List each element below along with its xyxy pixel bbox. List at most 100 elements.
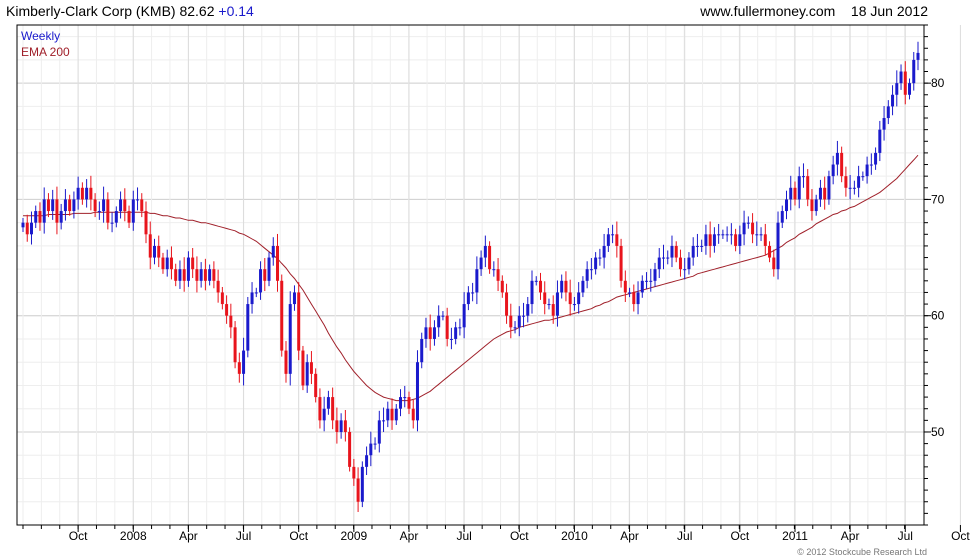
candle-body-down — [623, 280, 627, 293]
candle-body-down — [505, 292, 509, 316]
candle-body-up — [598, 257, 602, 259]
candle-body-up — [97, 211, 101, 213]
candle-body-down — [276, 245, 280, 281]
candle-body-down — [80, 187, 84, 200]
candle-body-down — [182, 269, 186, 281]
candle-body-down — [500, 280, 504, 293]
x-tick-label: Apr — [179, 529, 198, 543]
candle-body-down — [772, 257, 776, 270]
candle-body-up — [874, 152, 878, 165]
candle-body-down — [161, 257, 165, 270]
candle-body-up — [513, 327, 517, 329]
candle-body-up — [746, 222, 750, 224]
candle-body-up — [759, 234, 763, 236]
candle-body-up — [589, 269, 593, 271]
candle-body-up — [415, 362, 419, 421]
candle-body-up — [131, 199, 135, 223]
candle-body-down — [301, 350, 305, 386]
candle-body-up — [152, 245, 156, 258]
candle-body-down — [348, 431, 352, 467]
candle-body-up — [780, 211, 784, 223]
candle-body-up — [420, 338, 424, 363]
candle-body-up — [29, 222, 33, 235]
candle-body-up — [76, 187, 80, 200]
candle-body-up — [165, 257, 169, 270]
candle-body-up — [742, 222, 746, 235]
candle-body-up — [254, 292, 258, 294]
candle-body-up — [271, 245, 275, 258]
candle-body-up — [51, 199, 55, 212]
candle-body-up — [666, 257, 670, 259]
candle-body-down — [191, 257, 195, 270]
copyright-notice: © 2012 Stockcube Research Ltd — [797, 547, 927, 557]
candle-body-up — [267, 257, 271, 281]
x-tick-label: Oct — [731, 529, 750, 543]
candle-body-down — [615, 234, 619, 246]
candle-body-down — [106, 199, 110, 223]
candle-body-up — [776, 222, 780, 270]
candle-body-up — [208, 269, 212, 281]
candle-body-up — [288, 304, 292, 374]
candle-body-up — [360, 466, 364, 502]
candle-body-up — [755, 234, 759, 236]
candle-body-down — [678, 257, 682, 270]
candle-body-up — [661, 257, 665, 259]
candle-body-up — [394, 408, 398, 421]
candle-body-up — [382, 420, 386, 422]
candle-body-up — [831, 164, 835, 177]
candle-body-down — [174, 269, 178, 281]
candle-body-down — [220, 292, 224, 305]
candle-body-up — [606, 234, 610, 246]
candle-body-up — [683, 269, 687, 271]
candle-body-up — [861, 176, 865, 178]
x-tick-label: Jul — [898, 529, 913, 543]
candle-body-down — [280, 280, 284, 351]
candle-body-up — [102, 199, 106, 212]
candle-body-up — [916, 52, 920, 60]
x-tick-label: Oct — [510, 529, 529, 543]
candle-body-up — [119, 199, 123, 212]
candle-body-up — [63, 199, 67, 212]
candle-body-up — [432, 327, 436, 339]
candle-body-up — [326, 397, 330, 409]
candle-body-up — [908, 83, 912, 95]
candle-body-down — [619, 245, 623, 281]
candle-body-up — [700, 245, 704, 247]
candle-body-down — [823, 187, 827, 200]
candle-body-up — [628, 292, 632, 294]
candle-body-up — [729, 234, 733, 236]
candle-body-up — [687, 257, 691, 270]
candle-body-down — [428, 327, 432, 339]
candle-body-down — [229, 315, 233, 328]
candle-body-down — [543, 292, 547, 305]
candle-body-up — [373, 443, 377, 445]
candle-body-up — [886, 106, 890, 119]
candle-body-up — [246, 304, 250, 351]
candle-body-up — [577, 292, 581, 305]
candle-body-up — [526, 304, 530, 316]
candle-body-down — [157, 245, 161, 258]
candle-body-up — [365, 455, 369, 467]
candle-body-down — [840, 152, 844, 177]
plot-area — [17, 25, 924, 525]
candle-body-up — [869, 164, 873, 166]
candle-body-up — [725, 234, 729, 236]
candle-body-up — [712, 234, 716, 246]
candle-body-up — [437, 315, 441, 328]
candle-body-down — [318, 397, 322, 421]
candle-body-up — [339, 420, 343, 432]
candle-body-down — [284, 350, 288, 374]
candle-body-down — [55, 199, 59, 223]
candle-body-up — [899, 71, 903, 84]
y-tick-label: 60 — [931, 309, 945, 323]
candle-body-down — [763, 234, 767, 246]
candle-body-up — [835, 152, 839, 165]
candle-body-up — [483, 245, 487, 258]
candle-body-down — [148, 234, 152, 258]
candle-body-down — [810, 199, 814, 212]
candle-body-up — [492, 269, 496, 271]
candle-body-down — [488, 245, 492, 270]
candle-body-up — [21, 222, 25, 228]
candle-body-up — [555, 292, 559, 316]
candle-body-up — [186, 257, 190, 281]
